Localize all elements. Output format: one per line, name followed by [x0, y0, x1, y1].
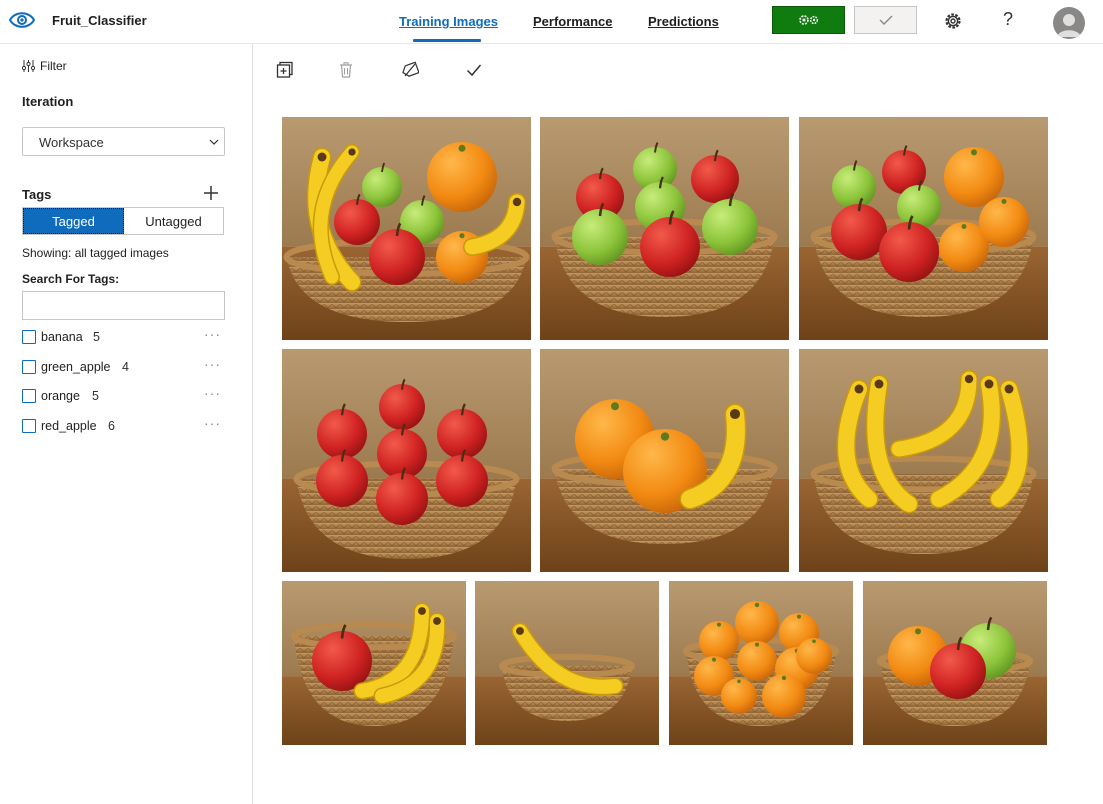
tag-item-red-apple[interactable]: red_apple 6 ··· [22, 415, 224, 435]
training-image-tile[interactable] [282, 349, 531, 572]
search-tags-input[interactable] [22, 291, 225, 320]
iteration-value: Workspace [39, 135, 104, 150]
tag-item-orange[interactable]: orange 5 ··· [22, 385, 224, 405]
training-image-tile[interactable] [540, 117, 789, 340]
tag-checkbox[interactable] [22, 389, 36, 403]
training-image-tile[interactable] [282, 117, 531, 340]
training-image-tile[interactable] [669, 581, 853, 745]
training-image-tile[interactable] [540, 349, 789, 572]
tag-checkbox[interactable] [22, 360, 36, 374]
untagged-toggle-button[interactable]: Untagged [124, 208, 223, 234]
training-image-tile[interactable] [475, 581, 659, 745]
training-image-tile[interactable] [799, 349, 1048, 572]
tag-count: 5 [93, 330, 100, 344]
user-avatar-icon [1057, 14, 1081, 37]
tag-count: 6 [108, 419, 115, 433]
showing-status: Showing: all tagged images [22, 246, 169, 260]
untag-icon[interactable] [401, 61, 419, 79]
tab-training-images[interactable]: Training Images [399, 14, 498, 29]
iteration-title: Iteration [22, 94, 74, 109]
app-name: Fruit_Classifier [52, 13, 147, 28]
delete-icon[interactable] [337, 61, 355, 79]
tagged-toggle-button[interactable]: Tagged [23, 208, 124, 234]
add-images-icon[interactable] [276, 61, 294, 79]
tab-performance[interactable]: Performance [533, 14, 612, 29]
tag-item-banana[interactable]: banana 5 ··· [22, 326, 224, 346]
tab-predictions[interactable]: Predictions [648, 14, 719, 29]
left-panel: Filter Iteration Workspace Tags Tagged U… [0, 44, 253, 804]
add-tag-icon[interactable] [202, 184, 220, 202]
select-checkmark-icon[interactable] [465, 61, 483, 79]
iteration-dropdown[interactable]: Workspace [22, 127, 225, 156]
search-tags-label: Search For Tags: [22, 272, 120, 286]
more-options-icon[interactable]: ··· [204, 385, 221, 401]
active-tab-indicator [413, 39, 481, 42]
training-image-tile[interactable] [282, 581, 466, 745]
training-image-tile[interactable] [799, 117, 1048, 340]
quick-test-button[interactable] [854, 6, 917, 34]
tag-count: 5 [92, 389, 99, 403]
tag-name: green_apple [41, 360, 111, 374]
top-bar: Fruit_Classifier Training Images Perform… [0, 0, 1103, 44]
filter-sliders-icon [22, 60, 35, 72]
tag-name: red_apple [41, 419, 97, 433]
train-button[interactable] [772, 6, 845, 34]
checkmark-icon [879, 15, 892, 25]
tag-item-green-apple[interactable]: green_apple 4 ··· [22, 356, 224, 376]
filter-label: Filter [40, 59, 67, 73]
gear-icon[interactable] [942, 10, 964, 32]
more-options-icon[interactable]: ··· [204, 415, 221, 431]
help-button[interactable]: ? [998, 9, 1018, 33]
avatar[interactable] [1053, 7, 1085, 39]
eye-icon [8, 12, 36, 28]
tagged-untagged-toggle: Tagged Untagged [22, 207, 224, 235]
more-options-icon[interactable]: ··· [204, 326, 221, 342]
tag-checkbox[interactable] [22, 419, 36, 433]
chevron-down-icon [209, 139, 219, 145]
tag-name: banana [41, 330, 83, 344]
gears-icon [798, 15, 818, 25]
tags-title: Tags [22, 187, 52, 202]
filter-toggle[interactable]: Filter [22, 59, 67, 73]
tag-count: 4 [122, 360, 129, 374]
more-options-icon[interactable]: ··· [204, 356, 221, 372]
tag-name: orange [41, 389, 80, 403]
tag-checkbox[interactable] [22, 330, 36, 344]
training-image-tile[interactable] [863, 581, 1047, 745]
